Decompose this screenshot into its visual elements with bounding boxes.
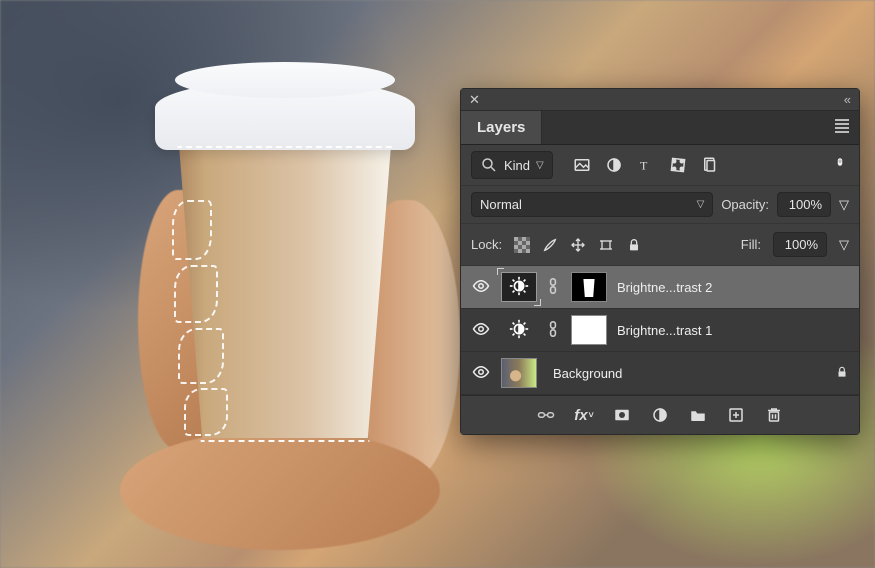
link-layers-icon[interactable] <box>537 406 555 424</box>
collapse-icon[interactable]: « <box>844 92 851 107</box>
chevron-down-icon: ▽ <box>697 199 705 210</box>
lock-icon[interactable] <box>835 365 849 382</box>
visibility-toggle-icon[interactable] <box>471 277 491 298</box>
blend-row: Normal ▽ Opacity: 100% ▽ <box>461 186 859 224</box>
layer-item[interactable]: Background <box>461 352 859 395</box>
visibility-toggle-icon[interactable] <box>471 320 491 341</box>
hand <box>120 430 440 550</box>
brightness-contrast-icon <box>508 275 530 300</box>
layer-mask-thumb[interactable] <box>571 315 607 345</box>
filter-toggle-icon[interactable] <box>831 156 849 174</box>
coffee-cup-lid <box>155 80 415 150</box>
lock-label: Lock: <box>471 237 502 252</box>
layers-bottom-toolbar: fx˅ <box>461 395 859 434</box>
artboard-lock-icon[interactable] <box>598 237 614 253</box>
opacity-label: Opacity: <box>721 197 769 212</box>
adjustment-thumb[interactable] <box>501 315 537 345</box>
lock-transparent-icon[interactable] <box>514 237 530 253</box>
move-icon[interactable] <box>570 237 586 253</box>
layer-name[interactable]: Background <box>553 366 825 381</box>
chevron-down-icon[interactable]: ▽ <box>839 197 849 213</box>
add-mask-icon[interactable] <box>613 406 631 424</box>
chevron-down-icon: ▽ <box>536 160 544 171</box>
visibility-toggle-icon[interactable] <box>471 363 491 384</box>
blend-mode-value: Normal <box>480 197 522 212</box>
panel-tabs: Layers <box>461 111 859 145</box>
adjustment-filter-icon[interactable] <box>605 156 623 174</box>
coffee-cup-body <box>170 148 400 438</box>
lock-all-icon[interactable] <box>626 237 642 253</box>
layer-name[interactable]: Brightne...trast 1 <box>617 323 849 338</box>
filter-kind-dropdown[interactable]: Kind ▽ <box>471 151 553 179</box>
image-filter-icon[interactable] <box>573 156 591 174</box>
tab-layers[interactable]: Layers <box>461 111 542 144</box>
type-filter-icon[interactable]: T <box>637 156 655 174</box>
layer-item[interactable]: Brightne...trast 2 <box>461 266 859 309</box>
layer-mask-thumb[interactable] <box>571 272 607 302</box>
link-mask-icon[interactable] <box>547 321 561 340</box>
layer-name[interactable]: Brightne...trast 2 <box>617 280 849 295</box>
add-group-icon[interactable] <box>689 406 707 424</box>
filter-kind-label: Kind <box>504 158 530 173</box>
add-adjustment-icon[interactable] <box>651 406 669 424</box>
shape-filter-icon[interactable] <box>669 156 687 174</box>
link-mask-icon[interactable] <box>547 278 561 297</box>
close-icon[interactable]: ✕ <box>469 92 480 108</box>
chevron-down-icon[interactable]: ▽ <box>839 237 849 253</box>
trash-icon[interactable] <box>765 406 783 424</box>
layers-panel: ✕ « Layers Kind ▽ T Normal ▽ <box>460 88 860 435</box>
brightness-contrast-icon <box>508 318 530 343</box>
panel-topbar: ✕ « <box>461 89 859 111</box>
adjustment-thumb[interactable] <box>501 272 537 302</box>
layer-item[interactable]: Brightne...trast 1 <box>461 309 859 352</box>
new-layer-icon[interactable] <box>727 406 745 424</box>
fx-icon[interactable]: fx˅ <box>575 406 593 424</box>
layer-thumb[interactable] <box>501 358 537 388</box>
smartobject-filter-icon[interactable] <box>701 156 719 174</box>
lock-row: Lock: Fill: 100% ▽ <box>461 224 859 266</box>
search-icon <box>480 156 498 174</box>
fill-label: Fill: <box>741 237 761 252</box>
filter-row: Kind ▽ T <box>461 145 859 186</box>
layers-list: Brightne...trast 2 Brightne...trast 1 <box>461 266 859 395</box>
panel-menu-icon[interactable] <box>825 117 859 138</box>
fill-input[interactable]: 100% <box>773 232 827 257</box>
opacity-input[interactable]: 100% <box>777 192 831 217</box>
brush-icon[interactable] <box>542 237 558 253</box>
blend-mode-dropdown[interactable]: Normal ▽ <box>471 192 713 217</box>
svg-text:T: T <box>640 159 648 173</box>
